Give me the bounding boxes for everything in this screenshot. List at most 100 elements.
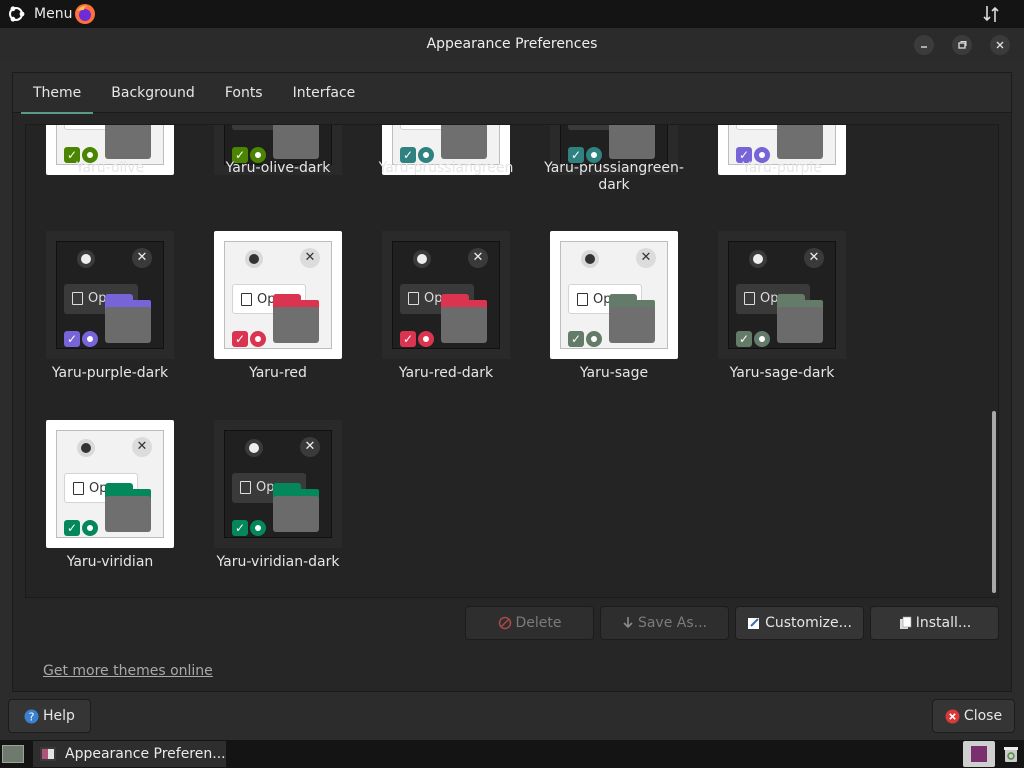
preview-entry-text: Op [256,480,275,495]
theme-preview: ✕Op✓ [392,241,500,349]
theme-item[interactable]: ✕ Op ✓ Yaru-viridian [26,125,194,597]
window-title: Appearance Preferences [426,36,598,52]
theme-name: Yaru-viridian-dark [216,554,340,570]
menu-label: Menu [34,6,73,22]
tab-notebook: Theme Background Fonts Interface ✕Op✓Yar… [12,72,1012,692]
radio-dot-icon [417,254,427,264]
svg-text:?: ? [29,710,35,723]
tab-interface[interactable]: Interface [281,73,368,113]
tray-workspace[interactable] [963,741,995,767]
radio-dot-icon [753,254,763,264]
tab-fonts[interactable]: Fonts [213,73,275,113]
theme-name: Yaru-red-dark [398,365,494,381]
close-icon: ✕ [132,437,152,457]
theme-item[interactable]: ✕ Op ✓ Yaru-red-dark [362,125,530,597]
radio-icon [250,520,266,536]
checkbox-icon: ✓ [400,331,416,347]
appearance-window: Theme Background Fonts Interface ✕Op✓Yar… [0,62,1024,740]
close-window-button[interactable] [990,35,1010,55]
theme-thumbnail[interactable]: ✕Op✓ [46,420,174,548]
taskbar-item-label: Appearance Preferen... [65,746,226,762]
checkbox-icon: ✓ [64,520,80,536]
document-icon [408,292,419,305]
tab-theme[interactable]: Theme [21,73,94,114]
radio-icon [754,331,770,347]
document-icon [240,481,251,494]
theme-preview: ✕Op✓ [560,241,668,349]
delete-button[interactable]: Delete [465,606,594,640]
close-circle-icon [945,709,960,723]
folder-icon [777,307,823,343]
document-icon [73,482,84,495]
ubuntu-logo-icon [9,6,25,22]
save-as-button[interactable]: Save As... [600,606,729,640]
customize-button[interactable]: Customize... [735,606,864,640]
theme-thumbnail[interactable]: ✕ Op ✓ [214,420,342,548]
install-label: Install... [915,615,972,631]
checkbox-icon: ✓ [568,331,584,347]
folder-icon [273,496,319,532]
close-icon: ✕ [300,437,320,457]
close-icon: ✕ [636,248,656,268]
theme-item[interactable]: ✕ Op ✓ Yaru-sage-dark [698,125,866,597]
theme-item[interactable]: ✕ Op ✓ Yaru-sage [530,125,698,597]
theme-preview: ✕Op✓ [728,241,836,349]
theme-preview: ✕ Op ✓ [224,430,332,538]
radio-icon [586,331,602,347]
download-icon [623,617,633,629]
radio-dot-icon [81,443,91,453]
radio-dot-icon [585,254,595,264]
radio-icon [418,331,434,347]
menu-button[interactable]: Menu [2,1,76,27]
radio-dot-icon [249,443,259,453]
scrollbar[interactable] [992,411,996,593]
close-label: Close [963,708,1003,724]
help-label: Help [43,708,75,724]
close-icon [996,41,1004,49]
tab-background[interactable]: Background [99,73,207,113]
file-icon [899,616,912,629]
folder-icon [105,496,151,532]
checkbox-icon: ✓ [232,520,248,536]
customize-label: Customize... [765,615,852,631]
appearance-app-icon [40,747,56,761]
theme-thumbnail[interactable]: ✕Op✓ [382,231,510,359]
minimize-button[interactable] [914,35,934,55]
theme-thumbnail[interactable]: ✕Op✓ [550,231,678,359]
trash-icon[interactable] [1002,745,1020,763]
folder-icon [609,307,655,343]
preview-entry-text: Op [424,291,443,306]
show-desktop-icon[interactable] [2,745,24,763]
close-button[interactable]: Close [932,699,1015,733]
tab-bar: Theme Background Fonts Interface [13,73,1011,114]
theme-preview: ✕Op✓ [56,430,164,538]
delete-label: Delete [515,615,562,631]
restore-icon [958,41,967,49]
taskbar: Appearance Preferen... [0,740,1024,768]
theme-grid[interactable]: ✕Op✓Yaru-olive✕Op✓Yaru-olive-dark✕Op✓Yar… [25,124,999,598]
help-button[interactable]: ? Help [8,699,91,733]
install-button[interactable]: Install... [870,606,999,640]
document-icon [744,292,755,305]
theme-item[interactable]: ✕ Op ✓ Yaru-viridian-dark [194,125,362,597]
help-icon: ? [24,709,39,723]
window-titlebar[interactable]: Appearance Preferences [0,28,1024,62]
minimize-icon [921,46,927,48]
get-more-themes-link[interactable]: Get more themes online [43,663,213,679]
network-icon[interactable] [982,4,1000,24]
theme-name: Yaru-sage [579,365,649,381]
taskbar-item[interactable]: Appearance Preferen... [33,741,226,767]
document-icon [577,293,588,306]
checkbox-icon: ✓ [736,331,752,347]
theme-name: Yaru-viridian [66,554,154,570]
firefox-icon[interactable] [73,2,97,26]
radio-icon [82,520,98,536]
maximize-button[interactable] [952,35,972,55]
preview-entry-text: Op [760,291,779,306]
theme-thumbnail[interactable]: ✕Op✓ [718,231,846,359]
delete-icon [498,616,511,630]
edit-icon [748,618,760,629]
folder-icon [441,307,487,343]
top-panel: Menu [0,0,1024,28]
theme-name: Yaru-sage-dark [729,365,835,381]
